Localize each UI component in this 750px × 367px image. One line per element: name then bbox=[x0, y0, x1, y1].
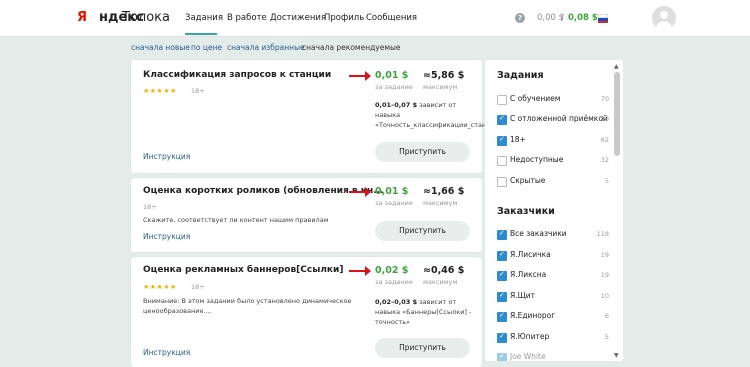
checkbox[interactable] bbox=[497, 250, 507, 261]
nav-tasks[interactable]: Задания bbox=[185, 13, 223, 23]
nav-active-indicator bbox=[185, 33, 217, 35]
filter-with-training[interactable]: С обучением 70 bbox=[497, 94, 609, 106]
filter-hidden[interactable]: Скрытые 5 bbox=[497, 176, 609, 188]
task-price: 0,01 $ bbox=[375, 70, 409, 81]
sort-newest[interactable]: сначала новые bbox=[131, 43, 190, 52]
checkbox[interactable] bbox=[497, 229, 507, 240]
filter-unavailable[interactable]: Недоступные 32 bbox=[497, 155, 609, 167]
task-price: 0,02 $ bbox=[375, 265, 409, 276]
filter-requester[interactable]: Я.Юпитер 5 bbox=[497, 332, 609, 344]
top-header: Я ндекс Толока Задания В работе Достижен… bbox=[0, 0, 750, 37]
filter-requester[interactable]: Я.Ликсна 19 bbox=[497, 270, 609, 282]
start-task-button[interactable]: Приступить bbox=[375, 338, 470, 358]
age-badge: 18+ bbox=[191, 87, 205, 95]
task-max-earnings: ≈5,86 $ bbox=[423, 70, 465, 81]
checkbox[interactable] bbox=[497, 332, 507, 343]
start-task-button[interactable]: Приступить bbox=[375, 221, 470, 241]
checkbox[interactable] bbox=[497, 270, 507, 281]
price-range-info: 0,01–0,07 $ зависит от навыка «Точность_… bbox=[375, 101, 487, 129]
rating-stars: ★★★★★ bbox=[143, 87, 177, 95]
filter-delayed-acceptance[interactable]: С отложенной приёмкой 10 bbox=[497, 114, 609, 126]
task-max-earnings: ≈1,66 $ bbox=[423, 186, 465, 197]
filter-requester[interactable]: Joe White bbox=[497, 352, 609, 361]
nav-profile[interactable]: Профиль bbox=[324, 13, 364, 23]
price-range-info: 0,02–0,03 $ зависит от навыка «Баннеры[С… bbox=[375, 298, 472, 326]
task-title[interactable]: Оценка рекламных баннеров[Ссылки] bbox=[143, 265, 343, 275]
sort-favorites[interactable]: сначала избранные bbox=[227, 43, 305, 52]
red-arrow-icon bbox=[349, 71, 371, 81]
filter-requester[interactable]: Я.Щит 10 bbox=[497, 291, 609, 303]
avatar[interactable] bbox=[652, 6, 676, 30]
price-label: за задание bbox=[375, 83, 413, 91]
red-arrow-icon bbox=[349, 187, 371, 197]
tasks-filter-heading: Задания bbox=[497, 70, 544, 81]
balance-pending: 0,00 $ bbox=[537, 13, 565, 23]
logo-letter[interactable]: Я bbox=[77, 10, 87, 25]
age-badge: 18+ bbox=[191, 283, 205, 291]
requesters-filter-heading: Заказчики bbox=[497, 206, 555, 217]
balance-available[interactable]: 0,08 $ bbox=[568, 13, 598, 23]
sidebar-scrollbar[interactable] bbox=[614, 72, 620, 156]
checkbox[interactable] bbox=[497, 311, 507, 322]
filter-adult[interactable]: 18+ 62 bbox=[497, 135, 609, 147]
nav-achievements[interactable]: Достижения bbox=[270, 13, 326, 23]
language-flag-icon[interactable] bbox=[598, 14, 608, 23]
instruction-link[interactable]: Инструкция bbox=[143, 232, 190, 241]
checkbox[interactable] bbox=[497, 114, 507, 125]
balance-separator: / bbox=[561, 13, 564, 23]
scroll-up-icon[interactable]: ▲ bbox=[614, 63, 619, 70]
task-price: 0,01 $ bbox=[375, 186, 409, 197]
sort-recommended[interactable]: сначала рекомендуемые bbox=[302, 43, 401, 52]
task-max-earnings: ≈0,46 $ bbox=[423, 265, 465, 276]
task-description: Внимание: В этом задании было установлен… bbox=[143, 297, 352, 315]
max-label: максимум bbox=[423, 199, 458, 207]
task-card[interactable]: Оценка коротких роликов (обновления в ин… bbox=[131, 178, 482, 252]
sort-by-price[interactable]: по цене bbox=[191, 43, 222, 52]
filter-requester[interactable]: Я.Лисичка 19 bbox=[497, 250, 609, 262]
rating-stars: ★★★★★ bbox=[143, 283, 177, 291]
checkbox[interactable] bbox=[497, 291, 507, 302]
filters-panel: Задания С обучением 70 С отложенной приё… bbox=[485, 60, 623, 361]
task-title[interactable]: Оценка коротких роликов (обновления в ин… bbox=[143, 186, 384, 196]
max-label: максимум bbox=[423, 83, 458, 91]
task-title[interactable]: Классификация запросов к станции bbox=[143, 70, 331, 80]
checkbox[interactable] bbox=[497, 156, 507, 166]
instruction-link[interactable]: Инструкция bbox=[143, 348, 190, 357]
age-badge: 18+ bbox=[143, 203, 157, 211]
task-card[interactable]: Оценка рекламных баннеров[Ссылки] ★★★★★ … bbox=[131, 257, 482, 367]
instruction-link[interactable]: Инструкция bbox=[143, 152, 190, 161]
checkbox[interactable] bbox=[497, 352, 507, 361]
help-icon[interactable]: ? bbox=[515, 13, 525, 23]
task-card[interactable]: Классификация запросов к станции ★★★★★ 1… bbox=[131, 60, 486, 173]
checkbox[interactable] bbox=[497, 177, 507, 187]
scroll-down-icon[interactable]: ▼ bbox=[614, 352, 619, 359]
red-arrow-icon bbox=[349, 266, 371, 276]
task-description: Скажите, соответствует ли контент нашим … bbox=[143, 216, 329, 224]
logo-toloka[interactable]: Толока bbox=[122, 10, 170, 25]
max-label: максимум bbox=[423, 278, 458, 286]
price-label: за задание bbox=[375, 199, 413, 207]
start-task-button[interactable]: Приступить bbox=[375, 142, 470, 162]
filter-all-requesters[interactable]: Все заказчики 118 bbox=[497, 229, 609, 241]
checkbox[interactable] bbox=[497, 135, 507, 146]
price-label: за задание bbox=[375, 278, 413, 286]
nav-messages[interactable]: Сообщения bbox=[366, 13, 417, 23]
nav-in-progress[interactable]: В работе bbox=[227, 13, 267, 23]
filter-requester[interactable]: Я.Единорог 6 bbox=[497, 311, 609, 323]
checkbox[interactable] bbox=[497, 95, 507, 105]
